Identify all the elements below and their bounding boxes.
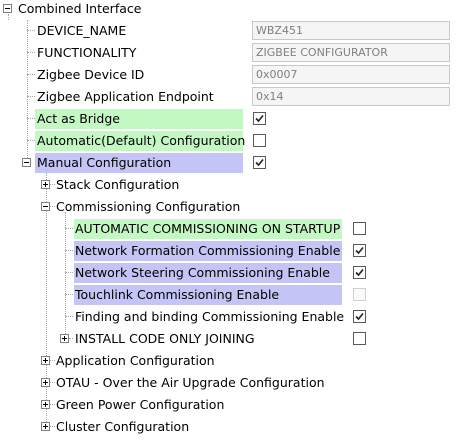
expand-toggle[interactable] bbox=[41, 356, 50, 365]
tree-node-cluster-config[interactable]: Cluster Configuration bbox=[0, 416, 460, 438]
node-label: Cluster Configuration bbox=[56, 419, 190, 434]
tree-node-touchlink[interactable]: Touchlink Commissioning Enable bbox=[0, 284, 460, 306]
tree-node-combined-interface[interactable]: Combined Interface bbox=[0, 0, 460, 20]
checkmark-icon bbox=[355, 268, 364, 277]
tree-node-app-config[interactable]: Application Configuration bbox=[0, 350, 460, 372]
node-label: FUNCTIONALITY bbox=[37, 45, 137, 60]
tree-node-automatic-config[interactable]: Automatic(Default) Configuration bbox=[0, 130, 460, 152]
node-label: Application Configuration bbox=[56, 353, 215, 368]
node-label: Stack Configuration bbox=[56, 177, 180, 192]
collapse-toggle[interactable] bbox=[22, 158, 31, 167]
node-label: AUTOMATIC COMMISSIONING ON STARTUP bbox=[75, 221, 341, 236]
tree-node-functionality[interactable]: FUNCTIONALITY ZIGBEE CONFIGURATOR bbox=[0, 42, 460, 64]
tree-node-device-name[interactable]: DEVICE_NAME WBZ451 bbox=[0, 20, 460, 42]
collapse-toggle[interactable] bbox=[3, 4, 12, 13]
tree-node-zigbee-app-endpoint[interactable]: Zigbee Application Endpoint 0x14 bbox=[0, 86, 460, 108]
node-label: Act as Bridge bbox=[37, 111, 120, 126]
node-label: Automatic(Default) Configuration bbox=[37, 133, 246, 148]
node-label: Manual Configuration bbox=[37, 155, 172, 170]
node-label: Zigbee Device ID bbox=[37, 67, 145, 82]
zigbee-device-id-field[interactable]: 0x0007 bbox=[252, 65, 450, 84]
node-label: Network Formation Commissioning Enable bbox=[75, 243, 341, 258]
expand-toggle[interactable] bbox=[41, 400, 50, 409]
zigbee-app-endpoint-field[interactable]: 0x14 bbox=[252, 87, 450, 106]
node-label: Finding and binding Commissioning Enable bbox=[75, 309, 345, 324]
node-label: Network Steering Commissioning Enable bbox=[75, 265, 330, 280]
tree-node-stack-config[interactable]: Stack Configuration bbox=[0, 174, 460, 196]
act-as-bridge-checkbox[interactable] bbox=[253, 112, 266, 125]
checkmark-icon bbox=[355, 246, 364, 255]
node-label: OTAU - Over the Air Upgrade Configuratio… bbox=[56, 375, 325, 390]
node-label: Touchlink Commissioning Enable bbox=[75, 287, 280, 302]
node-label: Green Power Configuration bbox=[56, 397, 225, 412]
node-label: DEVICE_NAME bbox=[37, 23, 127, 38]
tree-node-install-code[interactable]: INSTALL CODE ONLY JOINING bbox=[0, 328, 460, 350]
tree-node-commissioning-config[interactable]: Commissioning Configuration bbox=[0, 196, 460, 218]
tree-node-act-as-bridge[interactable]: Act as Bridge bbox=[0, 108, 460, 130]
manual-config-checkbox[interactable] bbox=[253, 156, 266, 169]
checkmark-icon bbox=[355, 312, 364, 321]
tree-node-manual-config[interactable]: Manual Configuration bbox=[0, 152, 460, 174]
node-label: Commissioning Configuration bbox=[56, 199, 241, 214]
touchlink-checkbox[interactable] bbox=[353, 288, 366, 301]
auto-commissioning-checkbox[interactable] bbox=[353, 222, 366, 235]
finding-binding-checkbox[interactable] bbox=[353, 310, 366, 323]
tree-node-network-formation[interactable]: Network Formation Commissioning Enable bbox=[0, 240, 460, 262]
device-name-field[interactable]: WBZ451 bbox=[252, 21, 450, 40]
collapse-toggle[interactable] bbox=[41, 202, 50, 211]
expand-toggle[interactable] bbox=[41, 378, 50, 387]
tree-node-network-steering[interactable]: Network Steering Commissioning Enable bbox=[0, 262, 460, 284]
tree-node-otau[interactable]: OTAU - Over the Air Upgrade Configuratio… bbox=[0, 372, 460, 394]
expand-toggle[interactable] bbox=[60, 334, 69, 343]
network-steering-checkbox[interactable] bbox=[353, 266, 366, 279]
node-label: Zigbee Application Endpoint bbox=[37, 89, 214, 104]
network-formation-checkbox[interactable] bbox=[353, 244, 366, 257]
configuration-tree: Combined Interface DEVICE_NAME WBZ451 FU… bbox=[0, 0, 460, 444]
expand-toggle[interactable] bbox=[41, 422, 50, 431]
tree-node-green-power[interactable]: Green Power Configuration bbox=[0, 394, 460, 416]
tree-node-auto-commissioning[interactable]: AUTOMATIC COMMISSIONING ON STARTUP bbox=[0, 218, 460, 240]
automatic-config-checkbox[interactable] bbox=[253, 134, 266, 147]
functionality-field[interactable]: ZIGBEE CONFIGURATOR bbox=[252, 43, 450, 62]
tree-node-zigbee-device-id[interactable]: Zigbee Device ID 0x0007 bbox=[0, 64, 460, 86]
expand-toggle[interactable] bbox=[41, 180, 50, 189]
install-code-checkbox[interactable] bbox=[353, 332, 366, 345]
tree-node-finding-binding[interactable]: Finding and binding Commissioning Enable bbox=[0, 306, 460, 328]
checkmark-icon bbox=[255, 158, 264, 167]
node-label: INSTALL CODE ONLY JOINING bbox=[75, 331, 255, 346]
checkmark-icon bbox=[255, 114, 264, 123]
node-label: Combined Interface bbox=[18, 1, 142, 16]
